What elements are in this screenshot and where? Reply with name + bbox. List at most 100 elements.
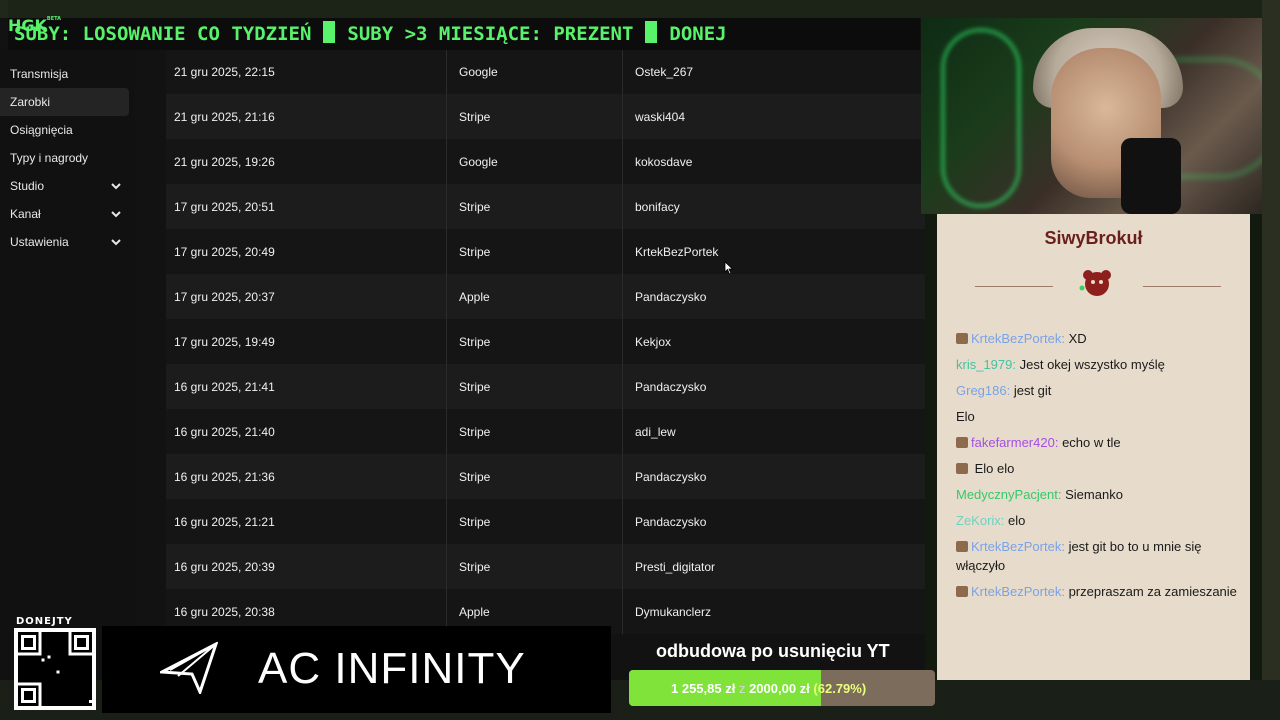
transaction-date: 21 gru 2025, 22:15 xyxy=(174,64,275,79)
sidebar-item-ustawienia[interactable]: Ustawienia xyxy=(0,228,129,256)
sidebar-item-label: Kanał xyxy=(10,207,41,221)
chat-message: KrtekBezPortek: przepraszam za zamieszan… xyxy=(956,582,1238,601)
table-row[interactable]: 21 gru 2025, 21:16 Stripe waski404 xyxy=(166,94,925,139)
chat-username[interactable]: Greg186: xyxy=(956,383,1010,398)
sidebar-item-typy[interactable]: Typy i nagrody xyxy=(0,144,129,172)
webcam-feed xyxy=(921,18,1267,214)
transaction-date: 17 gru 2025, 20:49 xyxy=(174,244,275,259)
chat-username[interactable]: KrtekBezPortek: xyxy=(971,331,1065,346)
supporter-name: kokosdave xyxy=(622,139,925,184)
sidebar-item-osiagniecia[interactable]: Osiągnięcia xyxy=(0,116,129,144)
supporter-name: KrtekBezPortek xyxy=(622,229,925,274)
goal-title: odbudowa po usunięciu YT xyxy=(656,641,890,661)
chevron-down-icon xyxy=(111,239,121,246)
qr-label: DONEJTY xyxy=(16,616,73,627)
chat-username[interactable]: KrtekBezPortek: xyxy=(971,584,1065,599)
payment-method: Stripe xyxy=(446,409,622,454)
supporter-name: Presti_digitator xyxy=(622,544,925,589)
microphone xyxy=(1121,138,1181,214)
table-row[interactable]: 16 gru 2025, 21:36 Stripe Pandaczysko xyxy=(166,454,925,499)
sidebar-item-label: Ustawienia xyxy=(10,235,69,249)
supporter-name: Pandaczysko xyxy=(622,364,925,409)
sidebar-item-studio[interactable]: Studio xyxy=(0,172,129,200)
chat-text: jest git xyxy=(1013,383,1052,398)
subscriber-badge-icon xyxy=(956,437,968,448)
payment-method: Stripe xyxy=(446,184,622,229)
table-row[interactable]: 16 gru 2025, 21:40 Stripe adi_lew xyxy=(166,409,925,454)
table-row[interactable]: 16 gru 2025, 21:21 Stripe Pandaczysko xyxy=(166,499,925,544)
goal-current: 1 255,85 zł xyxy=(671,681,736,696)
table-row[interactable]: 17 gru 2025, 19:49 Stripe Kekjox xyxy=(166,319,925,364)
supporter-name: Pandaczysko xyxy=(622,274,925,319)
table-row[interactable]: 21 gru 2025, 22:15 Google Ostek_267 xyxy=(166,49,925,94)
overlay-frame-right xyxy=(1262,0,1280,720)
payment-method: Stripe xyxy=(446,364,622,409)
payment-method: Stripe xyxy=(446,544,622,589)
goal-progress-text: 1 255,85 zł z 2000,00 zł (62.79%) xyxy=(671,681,866,696)
sidebar-item-kanal[interactable]: Kanał xyxy=(0,200,129,228)
table-row[interactable]: 16 gru 2025, 21:41 Stripe Pandaczysko xyxy=(166,364,925,409)
chat-panel: SiwyBrokuł KrtekBezPortek: XD kris_1979: … xyxy=(937,214,1250,688)
chat-text: echo w tle xyxy=(1062,435,1121,450)
chat-text: Elo elo xyxy=(974,461,1015,476)
chevron-down-icon xyxy=(111,183,121,190)
sponsor-logo-icon xyxy=(160,642,218,694)
supporter-name: Dymukanclerz xyxy=(622,589,925,634)
goal-of: z xyxy=(738,681,746,696)
dashboard-screen: Transmisja Zarobki Osiągnięcia Typy i na… xyxy=(0,18,925,680)
sidebar-item-transmisja[interactable]: Transmisja xyxy=(0,60,129,88)
qr-code-icon xyxy=(18,632,92,706)
chat-title: SiwyBrokuł xyxy=(1044,228,1143,248)
table-row[interactable]: 17 gru 2025, 20:49 Stripe KrtekBezPortek xyxy=(166,229,925,274)
supporter-name: Pandaczysko xyxy=(622,499,925,544)
table-row[interactable]: 16 gru 2025, 20:39 Stripe Presti_digitator xyxy=(166,544,925,589)
subscriber-badge-icon xyxy=(956,333,968,344)
chat-username[interactable]: ZeKorix: xyxy=(956,513,1004,528)
sponsor-banner: AC INFINITY xyxy=(102,626,611,713)
supporter-name: Ostek_267 xyxy=(622,49,925,94)
chat-message: ZeKorix: elo xyxy=(956,511,1238,530)
table-row[interactable]: 17 gru 2025, 20:37 Apple Pandaczysko xyxy=(166,274,925,319)
payment-method: Stripe xyxy=(446,499,622,544)
chat-text: Siemanko xyxy=(1065,487,1123,502)
subscriber-badge-icon xyxy=(956,586,968,597)
chat-username[interactable]: fakefarmer420: xyxy=(971,435,1058,450)
sidebar-item-label: Zarobki xyxy=(10,95,51,109)
transaction-date: 16 gru 2025, 21:36 xyxy=(174,469,275,484)
site-logo: HGKBETA xyxy=(8,16,62,35)
chat-message: Greg186: jest git xyxy=(956,381,1238,400)
sidebar-item-zarobki[interactable]: Zarobki xyxy=(0,88,129,116)
transaction-date: 17 gru 2025, 20:37 xyxy=(174,289,275,304)
chat-username[interactable]: kris_1979: xyxy=(956,357,1016,372)
transaction-date: 21 gru 2025, 21:16 xyxy=(174,109,275,124)
supporter-name: Pandaczysko xyxy=(622,454,925,499)
subscriber-badge-icon xyxy=(956,463,968,474)
goal-target: 2000,00 zł xyxy=(749,681,810,696)
transactions-table: 21 gru 2025, 22:15 Google Ostek_267 21 gru … xyxy=(166,49,925,680)
chat-message: kris_1979: Jest okej wszystko myślę xyxy=(956,355,1238,374)
chat-message: KrtekBezPortek: jest git bo to u mnie si… xyxy=(956,537,1238,575)
table-row[interactable]: 17 gru 2025, 20:51 Stripe bonifacy xyxy=(166,184,925,229)
transaction-date: 16 gru 2025, 21:41 xyxy=(174,379,275,394)
chat-text: Elo xyxy=(956,409,975,424)
payment-method: Apple xyxy=(446,274,622,319)
supporter-name: Kekjox xyxy=(622,319,925,364)
payment-method: Google xyxy=(446,49,622,94)
chat-message: MedycznyPacjent: Siemanko xyxy=(956,485,1238,504)
announcement-ticker: SUBY: LOSOWANIE CO TYDZIEŃ SUBY >3 MIESIĄ… xyxy=(8,18,920,50)
transaction-date: 16 gru 2025, 21:40 xyxy=(174,424,275,439)
transaction-date: 17 gru 2025, 20:51 xyxy=(174,199,275,214)
sidebar: Transmisja Zarobki Osiągnięcia Typy i na… xyxy=(0,48,135,680)
ticker-segment: SUBY >3 MIESIĄCE: PREZENT xyxy=(347,23,634,45)
chat-username[interactable]: MedycznyPacjent: xyxy=(956,487,1062,502)
transaction-date: 16 gru 2025, 20:38 xyxy=(174,604,275,619)
donation-qr-code xyxy=(14,628,96,710)
sidebar-item-label: Studio xyxy=(10,179,45,193)
chat-text: przepraszam za zamieszanie xyxy=(1068,584,1237,599)
payment-method: Stripe xyxy=(446,229,622,274)
channel-emblem-icon xyxy=(1079,270,1111,296)
chat-message: KrtekBezPortek: XD xyxy=(956,329,1238,348)
chat-username[interactable]: KrtekBezPortek: xyxy=(971,539,1065,554)
table-row[interactable]: 21 gru 2025, 19:26 Google kokosdave xyxy=(166,139,925,184)
chevron-down-icon xyxy=(111,211,121,218)
